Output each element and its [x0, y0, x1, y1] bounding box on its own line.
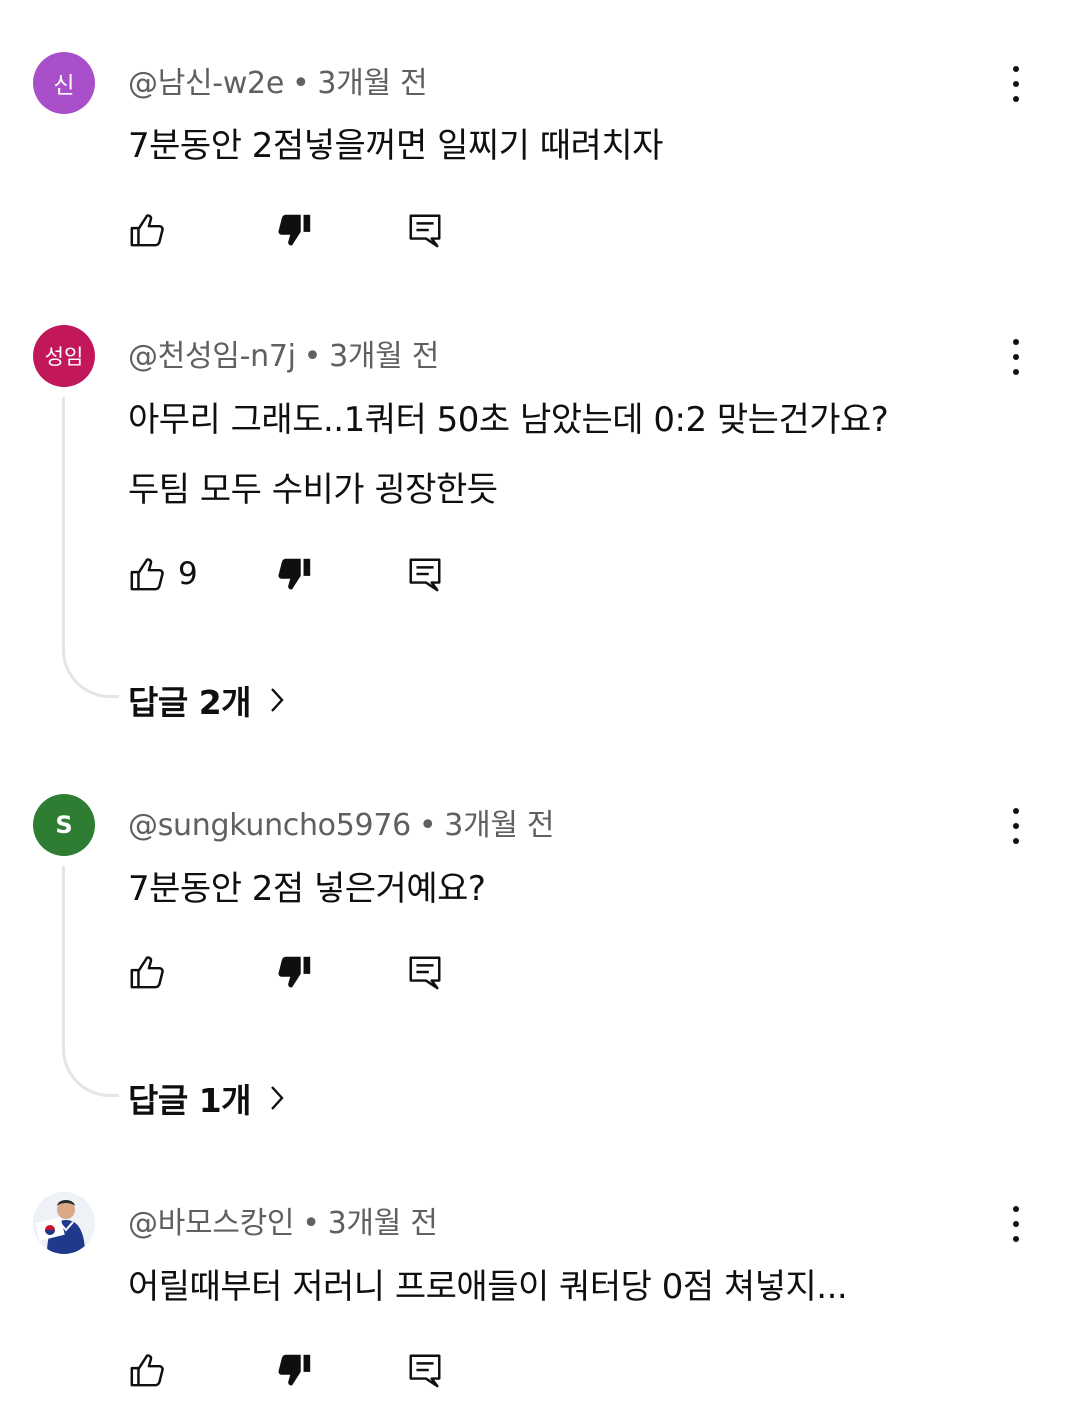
comment-actions: [0, 1348, 1080, 1392]
avatar[interactable]: 신: [33, 52, 95, 114]
avatar[interactable]: S: [33, 794, 95, 856]
more-vert-icon[interactable]: [1004, 806, 1028, 846]
chevron-right-icon: [267, 1083, 287, 1113]
comment-meta: @남신-w2e • 3개월 전: [128, 58, 428, 102]
comment-text: 어릴때부터 저러니 프로애들이 쿼터당 0점 쳐넣지...: [128, 1267, 848, 1307]
thumbs-down-filled-icon: [276, 555, 314, 593]
like-count: 9: [178, 556, 198, 592]
timestamp[interactable]: 3개월 전: [329, 339, 439, 374]
comment-reply-icon: [406, 1351, 444, 1389]
like-button[interactable]: [128, 950, 166, 994]
reply-button[interactable]: [406, 1348, 444, 1392]
reply-button[interactable]: [406, 552, 444, 596]
thumbs-down-filled-icon: [276, 211, 314, 249]
like-button[interactable]: [128, 1348, 166, 1392]
comment-text: 아무리 그래도..1쿼터 50초 남았는데 0:2 맞는건가요?: [128, 400, 889, 440]
more-vert-icon[interactable]: [1004, 64, 1028, 104]
replies-label: 답글 1개: [128, 1081, 252, 1120]
comment-reply-icon: [406, 953, 444, 991]
thumbs-up-outline-icon: [128, 953, 166, 991]
comment-text: 7분동안 2점 넣은거예요?: [128, 869, 486, 909]
reply-button[interactable]: [406, 208, 444, 252]
chevron-right-icon: [267, 685, 287, 715]
author-name[interactable]: @천성임-n7j: [128, 339, 296, 374]
timestamp[interactable]: 3개월 전: [328, 1206, 438, 1241]
thumbs-down-filled-icon: [276, 953, 314, 991]
avatar-photo: [33, 1192, 95, 1254]
dislike-button[interactable]: [276, 552, 314, 596]
reply-button[interactable]: [406, 950, 444, 994]
timestamp[interactable]: 3개월 전: [444, 808, 554, 843]
more-vert-icon[interactable]: [1004, 1204, 1028, 1244]
comment-meta: @천성임-n7j • 3개월 전: [128, 331, 439, 375]
separator: •: [302, 1206, 320, 1241]
comment-actions: [0, 208, 1080, 252]
dislike-button[interactable]: [276, 950, 314, 994]
thumbs-up-outline-icon: [128, 1351, 166, 1389]
author-name[interactable]: @남신-w2e: [128, 66, 284, 101]
timestamp[interactable]: 3개월 전: [317, 66, 427, 101]
comment-reply-icon: [406, 555, 444, 593]
more-vert-icon[interactable]: [1004, 337, 1028, 377]
comment-actions: [0, 950, 1080, 994]
author-name[interactable]: @바모스캉인: [128, 1206, 295, 1241]
replies-label: 답글 2개: [128, 683, 252, 722]
separator: •: [418, 808, 437, 843]
comment-text: 두팀 모두 수비가 굉장한듯: [128, 470, 498, 510]
dislike-button[interactable]: [276, 208, 314, 252]
author-name[interactable]: @sungkuncho5976: [128, 808, 411, 843]
dislike-button[interactable]: [276, 1348, 314, 1392]
avatar[interactable]: 성임: [33, 325, 95, 387]
thumbs-up-outline-icon: [128, 211, 166, 249]
like-button[interactable]: [128, 208, 166, 252]
comment-reply-icon: [406, 211, 444, 249]
comment-meta: @바모스캉인 • 3개월 전: [128, 1198, 438, 1242]
avatar[interactable]: [33, 1192, 95, 1254]
separator: •: [303, 339, 322, 374]
thread-line: [62, 397, 119, 698]
thumbs-down-filled-icon: [276, 1351, 314, 1389]
comment-meta: @sungkuncho5976 • 3개월 전: [128, 800, 555, 844]
like-button[interactable]: 9: [128, 552, 198, 596]
comment-text: 7분동안 2점넣을꺼면 일찌기 때려치자: [128, 126, 663, 166]
comment-actions: 9: [0, 552, 1080, 596]
thumbs-up-outline-icon: [128, 555, 166, 593]
view-replies-button[interactable]: 답글 2개: [128, 676, 287, 724]
view-replies-button[interactable]: 답글 1개: [128, 1074, 287, 1122]
separator: •: [292, 66, 310, 101]
